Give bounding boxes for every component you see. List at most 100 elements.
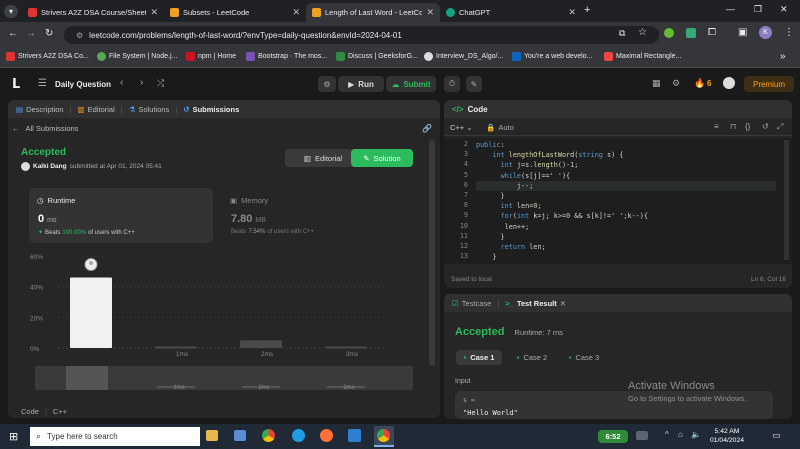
extensions-puzzle-icon[interactable]: ⧠: [708, 27, 716, 38]
chrome-icon[interactable]: [262, 429, 275, 442]
taskbar-search[interactable]: ⌕ Type here to search: [30, 427, 200, 446]
address-bar[interactable]: ⚙ leetcode.com/problems/length-of-last-w…: [64, 26, 659, 44]
runtime-beats: ✦ Beats 100.00% of users with C++: [38, 229, 135, 237]
editorial-button[interactable]: ▥ Editorial: [285, 149, 361, 167]
premium-button[interactable]: Premium: [744, 76, 794, 92]
timer-icon[interactable]: ⏱: [444, 76, 460, 92]
settings-gear-icon[interactable]: ⚙: [672, 78, 680, 89]
photos-icon[interactable]: [234, 430, 246, 441]
minimize-window-icon[interactable]: —: [726, 4, 735, 14]
bookmark-star-icon[interactable]: ☆: [638, 27, 647, 38]
time-widget[interactable]: 6:52: [598, 430, 628, 443]
left-scrollbar[interactable]: [429, 140, 435, 366]
browser-tab-1[interactable]: Subsets - LeetCode ✕: [164, 3, 306, 22]
profile-avatar[interactable]: K: [759, 26, 772, 39]
bookmark-item[interactable]: Maximal Rectangle...: [604, 52, 681, 61]
reload-icon[interactable]: ↻: [45, 28, 53, 39]
browser-tab-2[interactable]: Length of Last Word - LeetCode ✕: [306, 3, 440, 22]
next-problem-icon[interactable]: ›: [140, 77, 143, 88]
bookmark-item[interactable]: Discuss | GeeksforG...: [336, 52, 418, 61]
tab-submissions[interactable]: ↺ Submissions: [183, 105, 239, 114]
notes-icon[interactable]: ✎: [466, 76, 482, 92]
extension-icon[interactable]: [686, 28, 696, 38]
tab-description[interactable]: ▤ Description: [16, 105, 64, 114]
format-icon[interactable]: ≡: [714, 122, 719, 131]
leetcode-logo-icon[interactable]: ᒪ: [12, 76, 20, 92]
case-3-tab[interactable]: • Case 3: [564, 350, 604, 365]
mode-select[interactable]: 🔒 Auto: [486, 123, 514, 132]
bookmark-item[interactable]: You're a web develo...: [512, 52, 592, 61]
bookmark-item[interactable]: Bootstrap · The mos...: [246, 52, 327, 61]
browser-menu-icon[interactable]: ⋮: [784, 27, 794, 38]
solution-button[interactable]: ✎ Solution: [351, 149, 413, 167]
translate-icon[interactable]: ⧉: [619, 28, 625, 39]
tab-testcase[interactable]: ☑ Testcase: [452, 299, 491, 308]
case-2-tab[interactable]: • Case 2: [512, 350, 552, 365]
hidden-icons-chevron-icon[interactable]: ^: [665, 430, 669, 439]
firefox-icon[interactable]: [320, 429, 333, 442]
avatar[interactable]: [21, 162, 30, 171]
case-1-tab[interactable]: • Case 1: [456, 350, 502, 365]
debug-icon[interactable]: ⚙: [318, 76, 336, 92]
bookmark-item[interactable]: Strivers A2Z DSA Co...: [6, 52, 89, 61]
divider: |: [44, 407, 47, 416]
edge-icon[interactable]: [292, 429, 305, 442]
browser-tab-3[interactable]: ChatGPT ✕: [440, 3, 582, 22]
close-tab-icon[interactable]: ✕: [150, 7, 158, 18]
windows-start-icon[interactable]: ⊞: [9, 430, 18, 443]
runtime-card[interactable]: ◷ Runtime 0 ms ✦ Beats 100.00% of users w…: [29, 188, 213, 243]
code-editor-panel: </> Code C++ ⌄ 🔒 Auto ≡ ⊓ {} ↺ ⤢ 2 public: 3…: [444, 100, 792, 288]
new-tab-button[interactable]: +: [584, 4, 590, 16]
layout-icon[interactable]: ▦: [652, 78, 661, 89]
network-icon[interactable]: ⌂: [678, 430, 683, 439]
notifications-icon[interactable]: ▭: [772, 430, 781, 441]
tab-test-result[interactable]: >_ Test Result ✕: [505, 299, 566, 308]
prev-problem-icon[interactable]: ‹: [120, 77, 123, 88]
problem-list-icon[interactable]: ☰: [38, 78, 47, 89]
bookmark-item[interactable]: Interview_DS_Algo/...: [424, 52, 503, 61]
run-button[interactable]: ▶ Run: [338, 76, 384, 92]
streak-fire-icon[interactable]: 🔥: [694, 78, 705, 89]
tab-solutions[interactable]: ⚗ Solutions: [129, 105, 170, 114]
share-link-icon[interactable]: 🔗: [422, 124, 432, 133]
site-info-icon[interactable]: ⚙: [76, 31, 83, 40]
tray-app-icon[interactable]: [636, 431, 648, 440]
bookmark-item[interactable]: npm | Home: [186, 52, 236, 61]
volume-icon[interactable]: 🔈: [691, 430, 701, 439]
close-tab-icon[interactable]: ✕: [568, 7, 576, 18]
close-tab-icon[interactable]: ✕: [426, 7, 434, 18]
side-panel-icon[interactable]: ▣: [738, 27, 747, 38]
more-bookmarks-icon[interactable]: »: [780, 51, 786, 62]
vscode-icon[interactable]: [348, 429, 361, 442]
tab-search-button[interactable]: ▾: [4, 5, 18, 18]
forward-arrow-icon[interactable]: →: [26, 28, 36, 39]
reset-icon[interactable]: ↺: [762, 122, 769, 131]
submit-button[interactable]: ☁ Submit: [386, 76, 436, 92]
restore-window-icon[interactable]: ❐: [754, 4, 762, 15]
line-number: 12: [459, 242, 468, 250]
file-explorer-icon[interactable]: [206, 430, 218, 441]
all-submissions-link[interactable]: ← All Submissions: [12, 124, 78, 133]
language-select[interactable]: C++ ⌄: [450, 123, 472, 132]
browser-tab-0[interactable]: Strivers A2Z DSA Course/Sheet ✕: [22, 3, 164, 22]
extension-icon[interactable]: [664, 28, 674, 38]
shuffle-icon[interactable]: ⤮: [157, 78, 164, 89]
bookmark-item[interactable]: File System | Node.j...: [97, 52, 177, 61]
submitter-name[interactable]: Kalki Dang: [33, 163, 67, 170]
nodejs-favicon-icon: [97, 52, 106, 61]
expand-icon[interactable]: ⤢: [777, 122, 783, 132]
page-title[interactable]: Daily Question: [55, 80, 111, 89]
tab-editorial[interactable]: ▥ Editorial: [78, 105, 115, 114]
close-window-icon[interactable]: ✕: [780, 4, 788, 15]
system-clock[interactable]: 5:42 AM 01/04/2024: [703, 427, 751, 445]
memory-card[interactable]: ▣ Memory 7.80 MB Beats 7.54% of users wit…: [222, 188, 406, 243]
runtime-distribution-chart[interactable]: 60% 40% 20% 0% 1ms 2ms 3ms 1ms 2ms 3ms: [28, 248, 420, 398]
braces-icon[interactable]: {}: [745, 122, 750, 131]
bookmark-icon[interactable]: ⊓: [730, 122, 736, 131]
user-avatar[interactable]: [723, 77, 735, 89]
code-area[interactable]: 2 public: 3 int lengthOfLastWord(string s)…: [444, 138, 792, 264]
back-arrow-icon[interactable]: ←: [8, 28, 18, 39]
close-tab-icon[interactable]: ✕: [292, 7, 300, 18]
editor-scrollbar[interactable]: [784, 140, 789, 260]
close-icon[interactable]: ✕: [560, 299, 566, 308]
